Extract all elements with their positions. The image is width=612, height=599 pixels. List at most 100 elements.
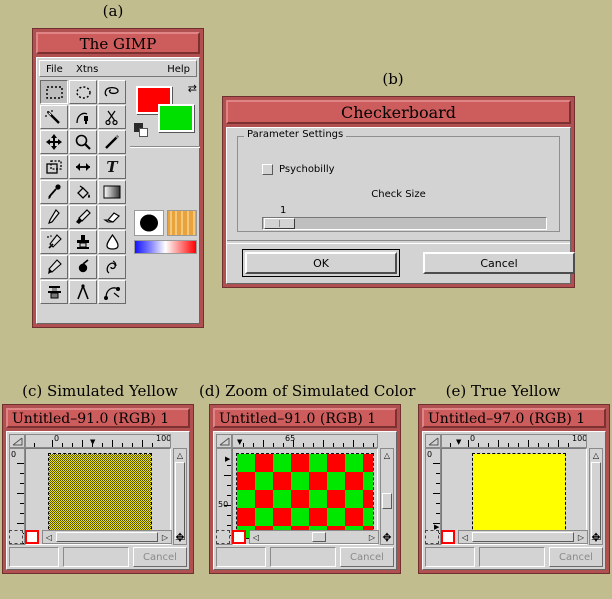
image-window-c-titlebar[interactable]: Untitled–91.0 (RGB) 1 — [6, 408, 190, 428]
brush-indicator-icon[interactable] — [134, 210, 164, 236]
ink-tool-icon[interactable] — [40, 255, 68, 279]
horizontal-ruler-e[interactable]: 0 100 ▼ — [441, 434, 587, 448]
curve-nodes-tool-icon[interactable] — [98, 280, 126, 304]
quickmask-off-button-d[interactable] — [216, 530, 230, 544]
vscroll-thumb-d[interactable] — [382, 493, 392, 509]
flip-tool-icon[interactable] — [69, 155, 97, 179]
gradient-indicator-icon[interactable] — [134, 240, 197, 254]
move-tool-icon[interactable] — [40, 130, 68, 154]
convolve-tool-icon[interactable] — [98, 230, 126, 254]
quickmask-on-button-c[interactable] — [25, 530, 39, 544]
clone-stamp-tool-icon[interactable] — [69, 230, 97, 254]
default-colors-icon[interactable] — [134, 123, 148, 137]
image-window-true-yellow[interactable]: Untitled–97.0 (RGB) 1 0 100 ▼ 0 ▶ △ ▽ ◁ … — [418, 404, 610, 574]
toolbox-divider — [130, 146, 200, 148]
scroll-left-icon-e[interactable]: ◁ — [459, 531, 471, 543]
figure-label-a: (a) — [102, 2, 124, 20]
pattern-indicator-icon[interactable] — [167, 210, 197, 236]
hscroll-thumb-e[interactable] — [472, 532, 574, 542]
horizontal-ruler-d[interactable]: 65 ▼ — [232, 434, 378, 448]
free-select-tool-icon[interactable] — [98, 80, 126, 104]
measure-tool-icon[interactable] — [98, 130, 126, 154]
gradient-tool-icon[interactable] — [98, 180, 126, 204]
selection-marquee-e — [472, 453, 566, 539]
rect-select-tool-icon[interactable] — [40, 80, 68, 104]
menu-item-help[interactable]: Help — [167, 64, 190, 75]
dodge-burn-tool-icon[interactable] — [69, 255, 97, 279]
horizontal-scrollbar-d[interactable]: ◁ ▷ — [249, 530, 379, 544]
scissors-tool-icon[interactable] — [98, 105, 126, 129]
ruler-origin-button-e[interactable] — [425, 434, 441, 448]
gimp-menubar[interactable]: File Xtns Help — [39, 60, 197, 77]
checkerboard-dialog[interactable]: Checkerboard Parameter Settings Psychobi… — [222, 96, 575, 288]
ruler-origin-button-c[interactable] — [9, 434, 25, 448]
horizontal-ruler-c[interactable]: 0 100 ▼ — [25, 434, 171, 448]
checkerboard-dialog-body: Parameter Settings Psychobilly Check Siz… — [226, 127, 575, 284]
scroll-left-icon-d[interactable]: ◁ — [250, 531, 262, 543]
eraser-tool-icon[interactable] — [98, 205, 126, 229]
ok-button[interactable]: OK — [242, 249, 400, 277]
script-fu-tool-icon[interactable] — [40, 280, 68, 304]
check-size-slider[interactable] — [262, 217, 547, 230]
color-picker-tool-icon[interactable] — [40, 180, 68, 204]
pencil-tool-icon[interactable] — [40, 205, 68, 229]
scroll-right-icon-e[interactable]: ▷ — [575, 531, 587, 543]
gimp-toolbox-titlebar[interactable]: The GIMP — [36, 32, 200, 54]
quickmask-off-button-c[interactable] — [9, 530, 23, 544]
navigation-icon-c[interactable]: ✥ — [173, 530, 187, 544]
smudge-tool-icon[interactable] — [98, 255, 126, 279]
image-window-d-body: 65 ▼ 50 ▶ △ ▽ — [213, 431, 397, 570]
hscroll-thumb-d[interactable] — [312, 532, 326, 542]
psychobilly-label: Psychobilly — [279, 164, 335, 175]
scroll-right-icon-d[interactable]: ▷ — [366, 531, 378, 543]
simulated-yellow-fill — [49, 454, 151, 538]
quickmask-off-button-e[interactable] — [425, 530, 439, 544]
magnifier-tool-icon[interactable] — [69, 130, 97, 154]
fuzzy-select-tool-icon[interactable] — [40, 105, 68, 129]
paintbrush-tool-icon[interactable] — [69, 205, 97, 229]
hscroll-thumb-c[interactable] — [56, 532, 158, 542]
navigation-icon-d[interactable]: ✥ — [380, 530, 394, 544]
check-size-label: Check Size — [371, 189, 426, 200]
ruler-origin-button-d[interactable] — [216, 434, 232, 448]
selection-marquee-d — [236, 453, 374, 539]
scroll-up-icon-e[interactable]: △ — [590, 449, 602, 461]
horizontal-scrollbar-e[interactable]: ◁ ▷ — [458, 530, 588, 544]
check-size-slider-thumb[interactable] — [264, 218, 295, 229]
crop-tool-icon[interactable] — [40, 155, 68, 179]
image-window-d-titlebar[interactable]: Untitled–91.0 (RGB) 1 — [213, 408, 397, 428]
status-cancel-button-c[interactable]: Cancel — [133, 547, 187, 567]
status-cancel-button-d[interactable]: Cancel — [340, 547, 394, 567]
indicator-area[interactable] — [132, 208, 200, 270]
compass-path-tool-icon[interactable] — [69, 280, 97, 304]
gimp-toolbox-window[interactable]: The GIMP File Xtns Help T ⇄ — [32, 28, 204, 328]
bezier-pen-tool-icon[interactable] — [69, 105, 97, 129]
quickmask-on-button-d[interactable] — [232, 530, 246, 544]
status-cancel-button-e[interactable]: Cancel — [549, 547, 603, 567]
scroll-up-icon-d[interactable]: △ — [381, 449, 393, 461]
cancel-button[interactable]: Cancel — [423, 252, 575, 274]
image-window-zoom-simulated[interactable]: Untitled–91.0 (RGB) 1 65 ▼ 50 ▶ — [209, 404, 401, 574]
scroll-left-icon-c[interactable]: ◁ — [43, 531, 55, 543]
checkerboard-titlebar[interactable]: Checkerboard — [226, 100, 571, 124]
menu-item-xtns[interactable]: Xtns — [76, 64, 98, 75]
bucket-fill-tool-icon[interactable] — [69, 180, 97, 204]
scroll-up-icon-c[interactable]: △ — [174, 449, 186, 461]
color-area[interactable]: ⇄ — [132, 82, 198, 140]
psychobilly-row[interactable]: Psychobilly — [262, 164, 335, 175]
image-window-simulated-yellow[interactable]: Untitled–91.0 (RGB) 1 0 100 ▼ 0 △ ▽ ◁ ▷ … — [2, 404, 194, 574]
psychobilly-checkbox[interactable] — [262, 164, 273, 175]
swap-colors-icon[interactable]: ⇄ — [188, 83, 197, 94]
airbrush-tool-icon[interactable] — [40, 230, 68, 254]
vruler-label-c: 0 — [11, 450, 17, 459]
horizontal-scrollbar-c[interactable]: ◁ ▷ — [42, 530, 172, 544]
scroll-right-icon-c[interactable]: ▷ — [159, 531, 171, 543]
quickmask-on-button-e[interactable] — [441, 530, 455, 544]
background-color-swatch[interactable] — [158, 104, 194, 132]
menu-item-file[interactable]: File — [46, 64, 63, 75]
image-window-e-titlebar[interactable]: Untitled–97.0 (RGB) 1 — [422, 408, 606, 428]
hruler-label-right-c: 100 — [156, 434, 171, 443]
navigation-icon-e[interactable]: ✥ — [589, 530, 603, 544]
text-tool-icon[interactable]: T — [98, 155, 126, 179]
ellipse-select-tool-icon[interactable] — [69, 80, 97, 104]
